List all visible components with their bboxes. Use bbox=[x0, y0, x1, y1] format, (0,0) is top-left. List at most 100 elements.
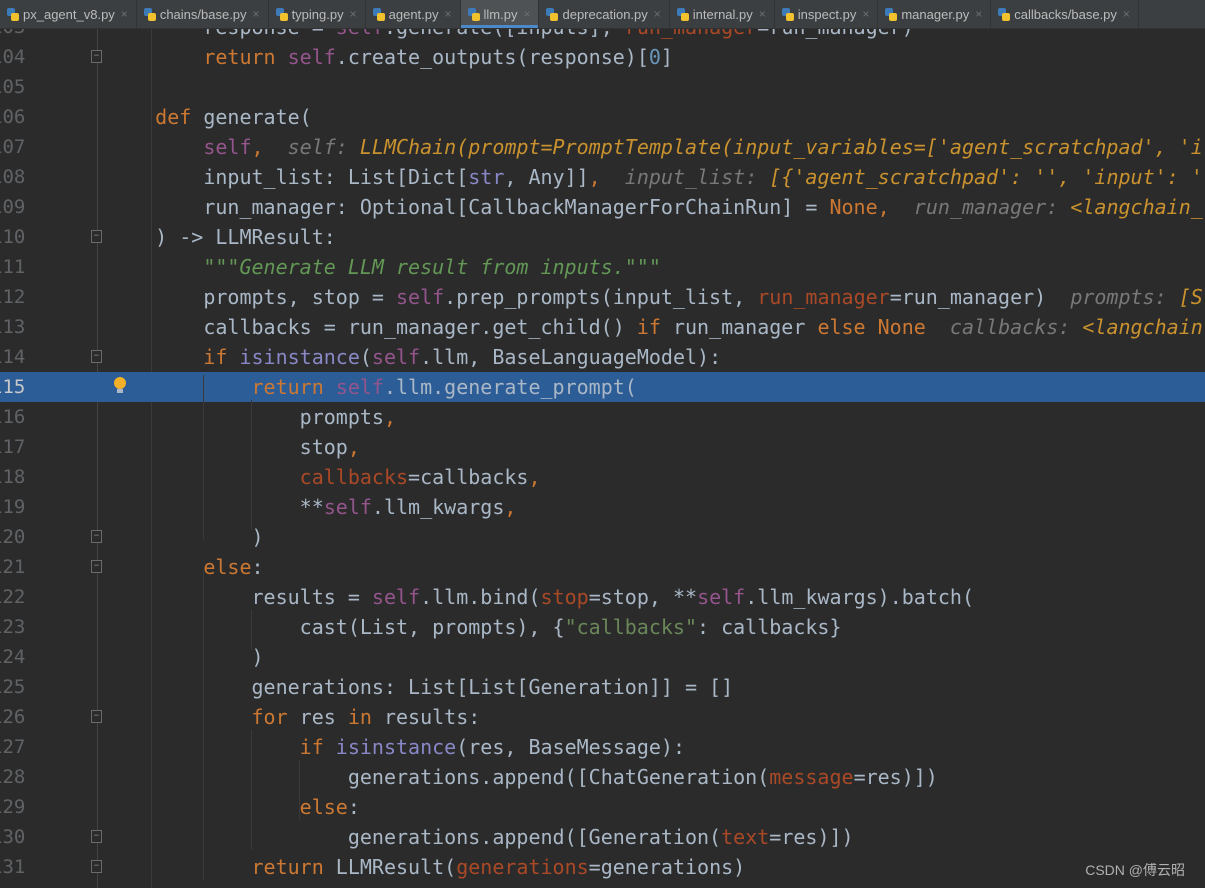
tab-callbacks-base-py[interactable]: callbacks/base.py × bbox=[991, 0, 1139, 28]
code-line[interactable]: 130 − generations.append([Generation(text… bbox=[0, 822, 1205, 852]
line-number: 126 bbox=[0, 706, 26, 728]
code-text: return self.llm.generate_prompt( bbox=[107, 372, 637, 402]
python-file-icon bbox=[545, 7, 559, 21]
close-tab-icon[interactable]: × bbox=[121, 7, 128, 21]
close-tab-icon[interactable]: × bbox=[654, 7, 661, 21]
code-text: generations: List[List[Generation]] = [] bbox=[107, 672, 734, 702]
code-line[interactable]: 111 """Generate LLM result from inputs."… bbox=[0, 252, 1205, 282]
code-editor[interactable]: 103 response = self.generate([inputs], r… bbox=[0, 0, 1205, 888]
python-file-icon bbox=[781, 7, 794, 21]
code-line[interactable]: 115 return self.llm.generate_prompt( bbox=[0, 372, 1205, 402]
code-line[interactable]: 128 generations.append([ChatGeneration(m… bbox=[0, 762, 1205, 792]
python-file-icon bbox=[676, 7, 689, 21]
code-token: if bbox=[299, 735, 336, 759]
line-number: 119 bbox=[0, 496, 26, 518]
code-token: self bbox=[323, 495, 372, 519]
code-line[interactable]: 119 **self.llm_kwargs, bbox=[0, 492, 1205, 522]
close-tab-icon[interactable]: × bbox=[253, 7, 260, 21]
code-line[interactable]: 125 generations: List[List[Generation]] … bbox=[0, 672, 1205, 702]
close-tab-icon[interactable]: × bbox=[759, 7, 766, 21]
code-token: input_list: bbox=[624, 165, 770, 189]
code-line[interactable]: 108 input_list: List[Dict[str, Any]], in… bbox=[0, 162, 1205, 192]
close-tab-icon[interactable]: × bbox=[975, 7, 982, 21]
code-text: ) bbox=[107, 522, 264, 552]
tab-agent-py[interactable]: agent.py × bbox=[366, 0, 461, 28]
fold-marker-icon[interactable]: − bbox=[91, 830, 102, 843]
line-number: 129 bbox=[0, 796, 26, 818]
fold-marker-icon[interactable]: − bbox=[91, 560, 102, 573]
code-line[interactable]: 123 cast(List, prompts), {"callbacks": c… bbox=[0, 612, 1205, 642]
code-token: if bbox=[636, 315, 673, 339]
code-token: generations.append([ChatGeneration( bbox=[347, 765, 770, 789]
code-line[interactable]: 121 − else: bbox=[0, 552, 1205, 582]
fold-marker-icon[interactable]: − bbox=[91, 860, 102, 873]
tab-px-agent-v8-py[interactable]: px_agent_v8.py × bbox=[0, 0, 137, 28]
line-number: 112 bbox=[0, 286, 26, 308]
tab-manager-py[interactable]: manager.py × bbox=[878, 0, 992, 28]
tab-label: deprecation.py bbox=[562, 6, 648, 22]
line-number: 128 bbox=[0, 766, 26, 788]
code-line[interactable]: 124 ) bbox=[0, 642, 1205, 672]
code-line[interactable]: 106 def generate( bbox=[0, 102, 1205, 132]
fold-marker-icon[interactable]: − bbox=[91, 350, 102, 363]
code-token: generations bbox=[456, 855, 589, 879]
code-text: prompts, stop = self.prep_prompts(input_… bbox=[107, 282, 1202, 312]
code-line[interactable]: 117 stop, bbox=[0, 432, 1205, 462]
fold-marker-icon[interactable]: − bbox=[91, 230, 102, 243]
code-line[interactable]: 109 run_manager: Optional[CallbackManage… bbox=[0, 192, 1205, 222]
code-token: def bbox=[155, 105, 204, 129]
fold-marker-icon[interactable]: − bbox=[91, 530, 102, 543]
code-line[interactable]: 114 − if isinstance(self.llm, BaseLanguag… bbox=[0, 342, 1205, 372]
code-token: LLMResult( bbox=[335, 855, 457, 879]
code-token: cast(List, prompts), { bbox=[299, 615, 565, 639]
code-token: run_manager bbox=[672, 315, 818, 339]
tab-internal-py[interactable]: internal.py × bbox=[670, 0, 775, 28]
code-line[interactable]: 110 − ) -> LLMResult: bbox=[0, 222, 1205, 252]
code-token: None, bbox=[829, 195, 890, 219]
code-line[interactable]: 126 − for res in results: bbox=[0, 702, 1205, 732]
code-line[interactable]: 105 bbox=[0, 72, 1205, 102]
close-tab-icon[interactable]: × bbox=[350, 7, 357, 21]
code-token: , bbox=[528, 465, 541, 489]
code-token: return bbox=[251, 375, 336, 399]
indent-guide bbox=[203, 375, 204, 540]
code-token: =run_manager) bbox=[889, 285, 1071, 309]
tab-label: typing.py bbox=[291, 6, 344, 22]
tab-typing-py[interactable]: typing.py × bbox=[269, 0, 366, 28]
code-line[interactable]: 113 callbacks = run_manager.get_child() … bbox=[0, 312, 1205, 342]
line-number: 115 bbox=[0, 376, 26, 398]
line-number: 125 bbox=[0, 676, 26, 698]
close-tab-icon[interactable]: × bbox=[1123, 7, 1130, 21]
code-line[interactable]: 107 self, self: LLMChain(prompt=PromptTe… bbox=[0, 132, 1205, 162]
code-token: isinstance bbox=[335, 735, 457, 759]
code-token: isinstance bbox=[239, 345, 360, 369]
code-line[interactable]: 116 prompts, bbox=[0, 402, 1205, 432]
close-tab-icon[interactable]: × bbox=[445, 7, 452, 21]
code-token: callbacks bbox=[299, 465, 409, 489]
code-line[interactable]: 118 callbacks=callbacks, bbox=[0, 462, 1205, 492]
code-token: results: bbox=[383, 705, 481, 729]
code-text: callbacks = run_manager.get_child() if r… bbox=[107, 312, 1202, 342]
fold-marker-icon[interactable]: − bbox=[91, 50, 102, 63]
code-token: , bbox=[504, 495, 517, 519]
code-text: generations.append([ChatGeneration(messa… bbox=[107, 762, 938, 792]
close-tab-icon[interactable]: × bbox=[523, 7, 530, 21]
close-tab-icon[interactable]: × bbox=[862, 7, 869, 21]
code-line[interactable]: 122 results = self.llm.bind(stop=stop, *… bbox=[0, 582, 1205, 612]
code-text: if isinstance(res, BaseMessage): bbox=[107, 732, 685, 762]
tab-inspect-py[interactable]: inspect.py × bbox=[775, 0, 879, 28]
code-line[interactable]: 104 − return self.create_outputs(response… bbox=[0, 42, 1205, 72]
tab-deprecation-py[interactable]: deprecation.py × bbox=[539, 0, 670, 28]
fold-marker-icon[interactable]: − bbox=[91, 710, 102, 723]
tab-label: chains/base.py bbox=[159, 6, 247, 22]
code-line[interactable]: 120 − ) bbox=[0, 522, 1205, 552]
code-line[interactable]: 112 prompts, stop = self.prep_prompts(in… bbox=[0, 282, 1205, 312]
tab-llm-py[interactable]: llm.py × bbox=[460, 0, 540, 28]
tab-chains-base-py[interactable]: chains/base.py × bbox=[137, 0, 269, 28]
code-line[interactable]: 129 else: bbox=[0, 792, 1205, 822]
code-line[interactable]: 127 if isinstance(res, BaseMessage): bbox=[0, 732, 1205, 762]
code-token: , bbox=[251, 135, 264, 159]
code-line[interactable]: 131 − return LLMResult(generations=genera… bbox=[0, 852, 1205, 882]
tab-label: px_agent_v8.py bbox=[23, 6, 115, 22]
